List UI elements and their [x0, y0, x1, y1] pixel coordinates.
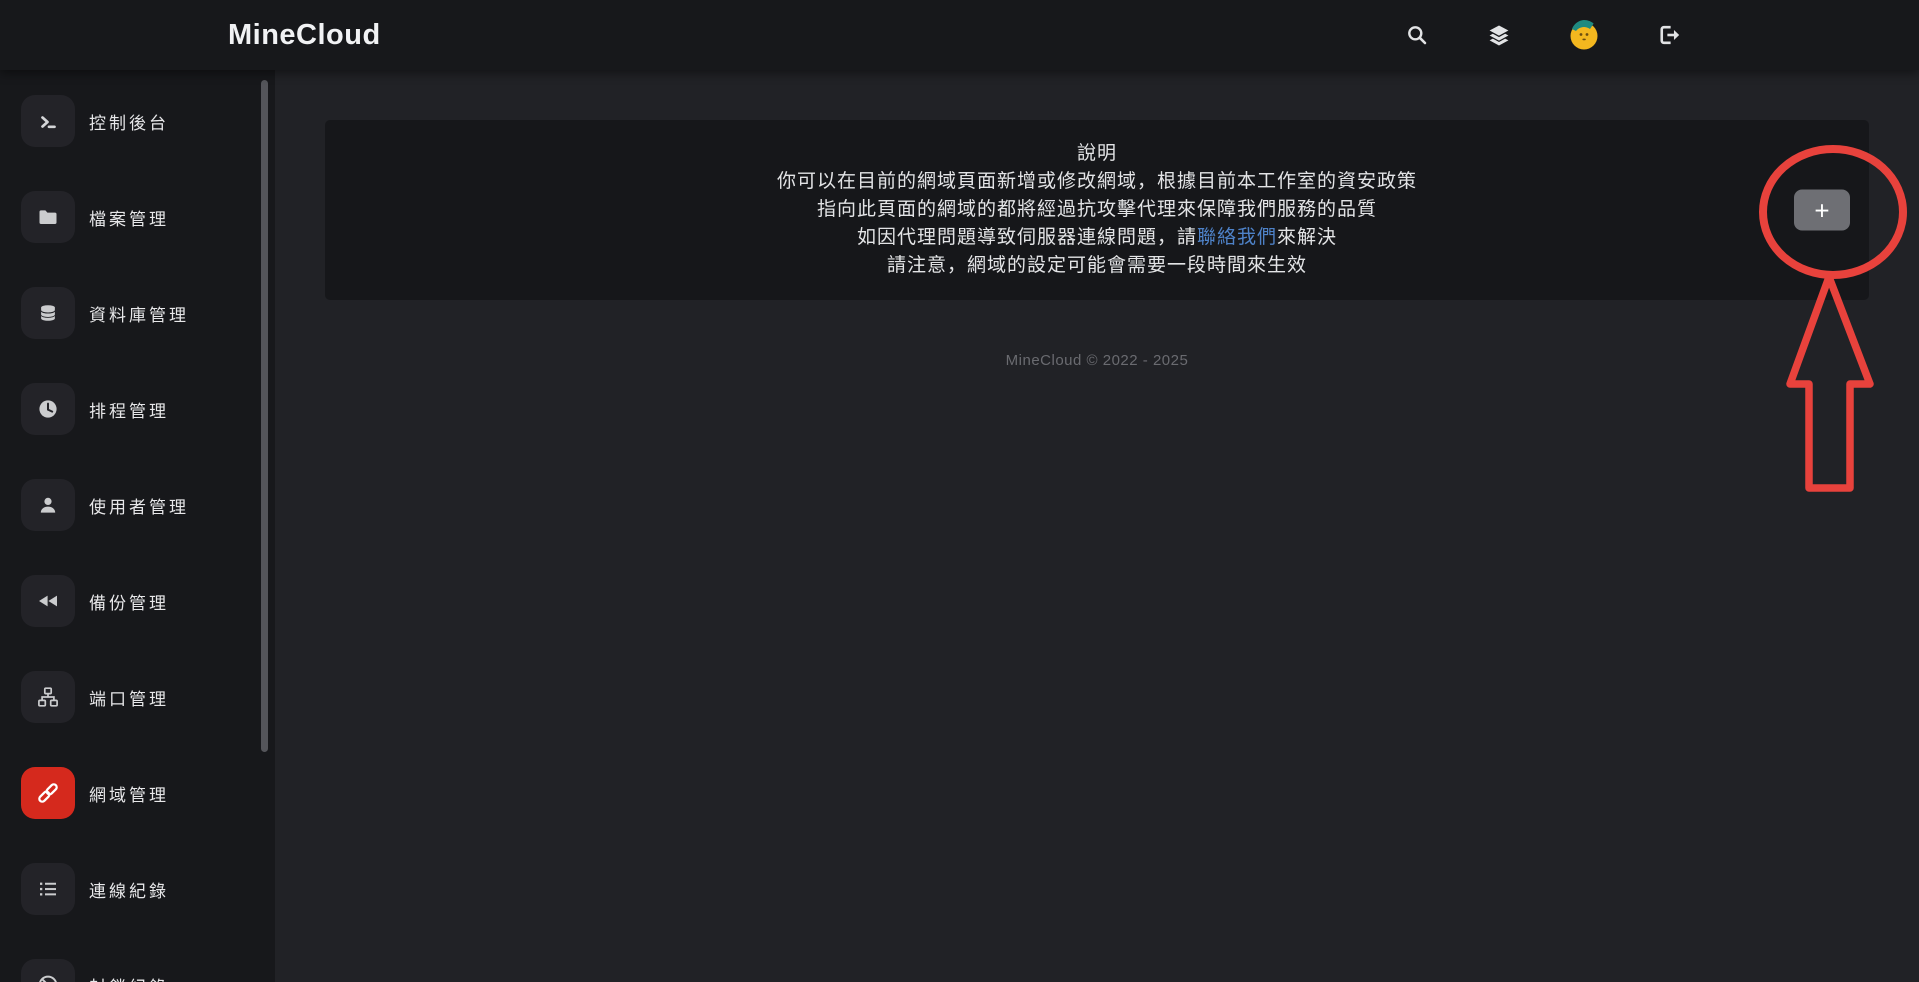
sidebar-item-blocked[interactable]: 封鎖紀錄 [21, 959, 275, 982]
notice-title: 說明 [325, 140, 1869, 168]
add-domain-button[interactable]: + [1794, 190, 1850, 231]
user-avatar[interactable] [1568, 19, 1600, 51]
notice-line: 請注意，網域的設定可能會需要一段時間來生效 [325, 252, 1869, 280]
sidebar-item-label: 使用者管理 [89, 493, 189, 518]
link-icon [21, 767, 75, 819]
logout-icon [1656, 22, 1682, 48]
notice-line: 如因代理問題導致伺服器連線問題，請聯絡我們來解決 [325, 224, 1869, 252]
sidebar-item-label: 連線紀錄 [89, 877, 169, 902]
clock-icon [21, 383, 75, 435]
sidebar-item-label: 排程管理 [89, 397, 169, 422]
sidebar-item-label: 端口管理 [89, 685, 169, 710]
sidebar-item-files[interactable]: 檔案管理 [21, 191, 275, 243]
notice-box: 說明 你可以在目前的網域頁面新增或修改網域，根據目前本工作室的資安政策 指向此頁… [325, 120, 1869, 300]
sidebar-item-backup[interactable]: 備份管理 [21, 575, 275, 627]
search-icon [1405, 23, 1429, 47]
ban-icon [21, 959, 75, 982]
main-content: 說明 你可以在目前的網域頁面新增或修改網域，根據目前本工作室的資安政策 指向此頁… [275, 70, 1919, 982]
app-header: MineCloud [0, 0, 1919, 70]
sitemap-icon [21, 671, 75, 723]
sidebar-item-label: 資料庫管理 [89, 301, 189, 326]
sidebar-item-label: 封鎖紀錄 [89, 973, 169, 982]
sidebar-item-users[interactable]: 使用者管理 [21, 479, 275, 531]
notice-line: 你可以在目前的網域頁面新增或修改網域，根據目前本工作室的資安政策 [325, 168, 1869, 196]
terminal-icon [21, 95, 75, 147]
sidebar-item-ports[interactable]: 端口管理 [21, 671, 275, 723]
sidebar-item-schedule[interactable]: 排程管理 [21, 383, 275, 435]
user-icon [21, 479, 75, 531]
notice-line-prefix: 如因代理問題導致伺服器連線問題，請 [857, 227, 1197, 248]
avatar-face-icon [1568, 19, 1600, 51]
sidebar-item-label: 檔案管理 [89, 205, 169, 230]
folder-icon [21, 191, 75, 243]
search-button[interactable] [1404, 22, 1430, 48]
header-actions [1404, 0, 1682, 70]
app-title: MineCloud [228, 0, 381, 70]
stack-icon [1486, 22, 1512, 48]
sidebar-item-database[interactable]: 資料庫管理 [21, 287, 275, 339]
logout-button[interactable] [1656, 22, 1682, 48]
sidebar-scrollbar[interactable] [261, 80, 268, 752]
notice-line-suffix: 來解決 [1277, 227, 1337, 248]
list-icon [21, 863, 75, 915]
notice-line: 指向此頁面的網域的都將經過抗攻擊代理來保障我們服務的品質 [325, 196, 1869, 224]
sidebar-item-connections[interactable]: 連線紀錄 [21, 863, 275, 915]
database-icon [21, 287, 75, 339]
sidebar-item-console[interactable]: 控制後台 [21, 95, 275, 147]
sidebar-item-label: 控制後台 [89, 109, 169, 134]
sidebar-item-label: 網域管理 [89, 781, 169, 806]
sidebar-item-domains[interactable]: 網域管理 [21, 767, 275, 819]
contact-us-link[interactable]: 聯絡我們 [1197, 227, 1277, 248]
footer-copyright: MineCloud © 2022 - 2025 [275, 352, 1919, 369]
sidebar: 控制後台 檔案管理 資料庫管理 排程管理 [0, 70, 275, 982]
stack-button[interactable] [1486, 22, 1512, 48]
rewind-icon [21, 575, 75, 627]
sidebar-item-label: 備份管理 [89, 589, 169, 614]
